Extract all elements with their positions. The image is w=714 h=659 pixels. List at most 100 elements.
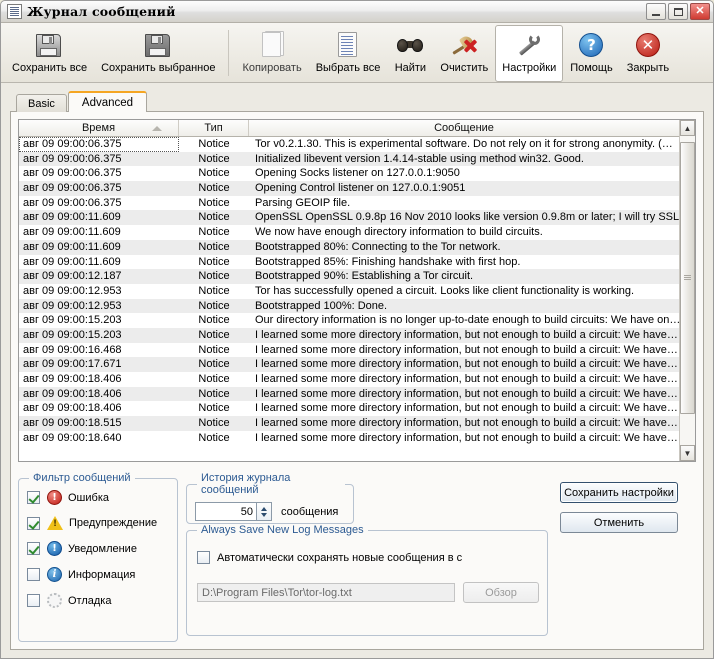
filter-checkbox-notice[interactable] — [27, 542, 40, 555]
log-history-spinner[interactable]: 50 сообщения — [195, 502, 345, 521]
scroll-up-button[interactable]: ▲ — [680, 120, 695, 136]
broom-clear-icon — [448, 29, 480, 61]
select-all-page-icon — [332, 29, 364, 61]
toolbar-save-all-button[interactable]: Сохранить все — [5, 25, 94, 82]
filter-checkbox-info[interactable] — [27, 568, 40, 581]
column-header-message[interactable]: Сообщение — [249, 120, 679, 136]
filter-checkbox-error[interactable] — [27, 491, 40, 504]
autosave-checkbox[interactable] — [197, 551, 210, 564]
table-row[interactable]: авг 09 09:00:18.406NoticeI learned some … — [19, 401, 679, 416]
log-history-input[interactable]: 50 — [195, 502, 257, 521]
cell-message: Bootstrapped 100%: Done. — [249, 299, 679, 314]
log-table-scrollbar[interactable]: ▲ ▼ — [679, 120, 695, 461]
filter-row-warning[interactable]: ! Предупреждение — [27, 516, 169, 530]
cell-type: Notice — [179, 137, 249, 152]
toolbar-select-all-button[interactable]: Выбрать все — [309, 25, 388, 82]
column-header-time[interactable]: Время — [19, 120, 179, 136]
table-row[interactable]: авг 09 09:00:18.640NoticeI learned some … — [19, 431, 679, 446]
table-row[interactable]: авг 09 09:00:11.609NoticeOpenSSL OpenSSL… — [19, 210, 679, 225]
toolbar-settings-button[interactable]: Настройки — [495, 25, 563, 82]
table-row[interactable]: авг 09 09:00:06.375NoticeOpening Control… — [19, 181, 679, 196]
table-row[interactable]: авг 09 09:00:18.515NoticeI learned some … — [19, 416, 679, 431]
cell-message: I learned some more directory informatio… — [249, 357, 679, 372]
window-controls: ✕ — [646, 3, 710, 20]
cell-type: Notice — [179, 240, 249, 255]
cell-time: авг 09 09:00:18.406 — [19, 401, 179, 416]
table-row[interactable]: авг 09 09:00:15.203NoticeI learned some … — [19, 328, 679, 343]
table-row[interactable]: авг 09 09:00:06.375NoticeInitialized lib… — [19, 152, 679, 167]
log-table: Время Тип Сообщение авг 09 09:00:06.375N… — [18, 119, 696, 462]
filter-row-error[interactable]: ! Ошибка — [27, 490, 169, 505]
table-row[interactable]: авг 09 09:00:12.953NoticeBootstrapped 10… — [19, 299, 679, 314]
log-history-spin-buttons[interactable] — [257, 502, 272, 521]
tab-strip: Basic Advanced — [10, 91, 704, 112]
table-row[interactable]: авг 09 09:00:06.375NoticeTor v0.2.1.30. … — [19, 137, 679, 152]
scrollbar-thumb[interactable] — [680, 142, 695, 414]
filter-row-debug[interactable]: Отладка — [27, 593, 169, 608]
autosave-checkbox-label: Автоматически сохранять новые сообщения … — [217, 552, 462, 564]
close-button[interactable]: ✕ — [690, 3, 710, 20]
spinner-up-icon[interactable] — [261, 507, 267, 511]
tab-advanced[interactable]: Advanced — [68, 91, 147, 112]
table-row[interactable]: авг 09 09:00:15.203NoticeOur directory i… — [19, 313, 679, 328]
save-settings-button[interactable]: Сохранить настройки — [560, 482, 678, 503]
table-row[interactable]: авг 09 09:00:12.187NoticeBootstrapped 90… — [19, 269, 679, 284]
filter-checkbox-debug[interactable] — [27, 594, 40, 607]
column-header-type[interactable]: Тип — [179, 120, 249, 136]
table-row[interactable]: авг 09 09:00:17.671NoticeI learned some … — [19, 357, 679, 372]
autosave-browse-button[interactable]: Обзор — [463, 582, 539, 603]
cell-message: Our directory information is no longer u… — [249, 313, 679, 328]
table-row[interactable]: авг 09 09:00:06.375NoticeOpening Socks l… — [19, 166, 679, 181]
cell-time: авг 09 09:00:06.375 — [19, 196, 179, 211]
scroll-down-button[interactable]: ▼ — [680, 445, 695, 461]
table-row[interactable]: авг 09 09:00:11.609NoticeBootstrapped 85… — [19, 255, 679, 270]
filter-checkbox-warning[interactable] — [27, 517, 40, 530]
cancel-button[interactable]: Отменить — [560, 512, 678, 533]
cell-time: авг 09 09:00:11.609 — [19, 225, 179, 240]
cell-time: авг 09 09:00:18.515 — [19, 416, 179, 431]
column-header-time-label: Время — [82, 122, 115, 134]
close-icon: ✕ — [691, 4, 709, 19]
table-row[interactable]: авг 09 09:00:11.609NoticeBootstrapped 80… — [19, 240, 679, 255]
cell-message: Initialized libevent version 1.4.14-stab… — [249, 152, 679, 167]
cell-time: авг 09 09:00:06.375 — [19, 166, 179, 181]
toolbar-close-button[interactable]: ✕ Закрыть — [620, 25, 676, 82]
severity-warning-icon: ! — [47, 516, 63, 530]
tab-basic[interactable]: Basic — [16, 94, 67, 112]
window-titlebar: Журнал сообщений ✕ — [1, 1, 713, 23]
cell-time: авг 09 09:00:16.468 — [19, 343, 179, 358]
filter-row-info[interactable]: i Информация — [27, 567, 169, 582]
table-row[interactable]: авг 09 09:00:18.406NoticeI learned some … — [19, 372, 679, 387]
toolbar-find-button[interactable]: Найти — [387, 25, 433, 82]
spinner-down-icon[interactable] — [261, 513, 267, 517]
filter-row-notice[interactable]: ! Уведомление — [27, 541, 169, 556]
autosave-checkbox-row[interactable]: Автоматически сохранять новые сообщения … — [197, 551, 539, 564]
toolbar-help-button[interactable]: ? Помощь — [563, 25, 620, 82]
cell-message: Bootstrapped 80%: Connecting to the Tor … — [249, 240, 679, 255]
close-x-circle-icon: ✕ — [632, 29, 664, 61]
document-log-icon — [7, 4, 22, 19]
table-row[interactable]: авг 09 09:00:12.953NoticeTor has success… — [19, 284, 679, 299]
table-row[interactable]: авг 09 09:00:06.375NoticeParsing GEOIP f… — [19, 196, 679, 211]
tab-basic-label: Basic — [28, 98, 55, 110]
cell-type: Notice — [179, 225, 249, 240]
minimize-button[interactable] — [646, 3, 666, 20]
cell-type: Notice — [179, 431, 249, 446]
scrollbar-track[interactable] — [680, 136, 695, 445]
toolbar-copy-button[interactable]: Копировать — [235, 25, 308, 82]
toolbar-save-selected-button[interactable]: Сохранить выбранное — [94, 25, 222, 82]
table-row[interactable]: авг 09 09:00:18.406NoticeI learned some … — [19, 387, 679, 402]
filter-label-warning: Предупреждение — [69, 517, 157, 529]
wrench-settings-icon — [513, 29, 545, 61]
autosave-path-input[interactable]: D:\Program Files\Tor\tor-log.txt — [197, 583, 455, 602]
table-row[interactable]: авг 09 09:00:11.609NoticeWe now have eno… — [19, 225, 679, 240]
maximize-button[interactable] — [668, 3, 688, 20]
scrollbar-grip-icon — [684, 275, 691, 281]
toolbar-clear-button[interactable]: Очистить — [433, 25, 495, 82]
toolbar-save-all-label: Сохранить все — [12, 62, 87, 74]
log-table-body[interactable]: авг 09 09:00:06.375NoticeTor v0.2.1.30. … — [19, 137, 679, 461]
cell-message: I learned some more directory informatio… — [249, 431, 679, 446]
cell-type: Notice — [179, 416, 249, 431]
cell-time: авг 09 09:00:11.609 — [19, 255, 179, 270]
table-row[interactable]: авг 09 09:00:16.468NoticeI learned some … — [19, 343, 679, 358]
